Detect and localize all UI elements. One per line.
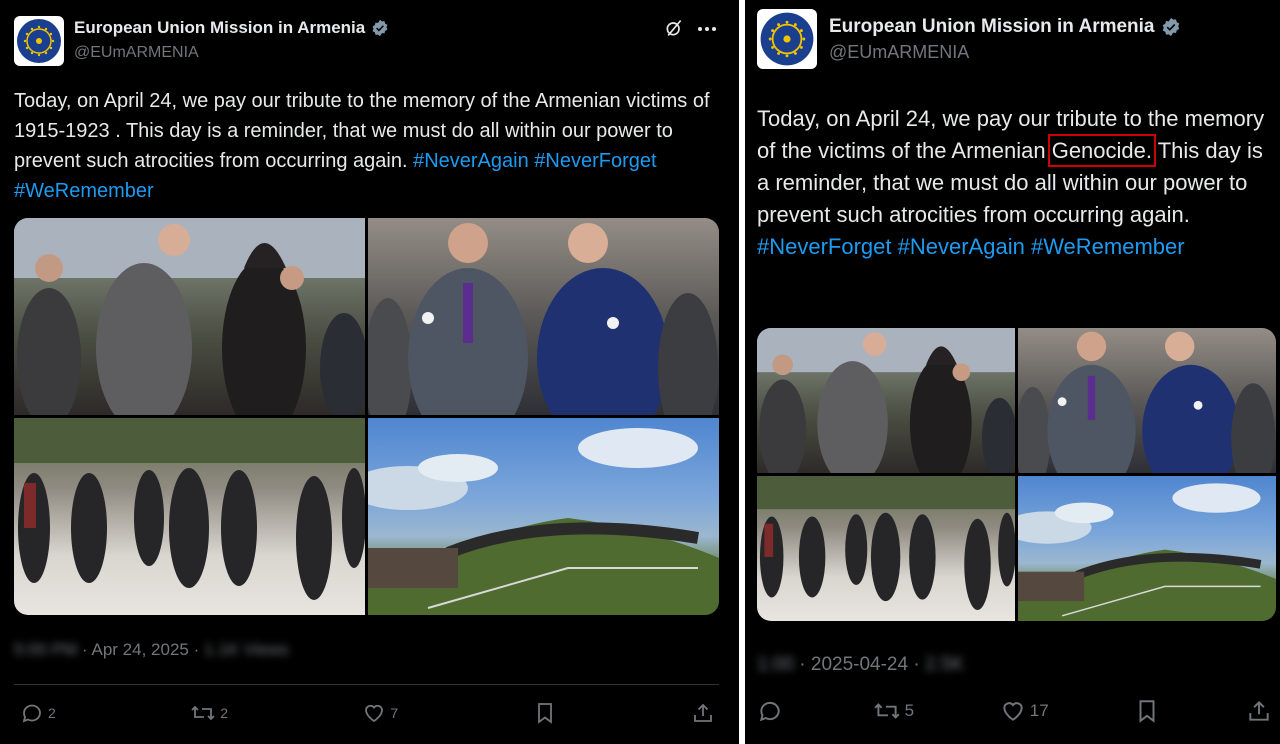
photo-4-landscape — [368, 428, 719, 615]
tweet-time[interactable]: 5:00 PM — [14, 640, 77, 659]
tweet-meta: 1:00 · 2025-04-24 · 2.5K — [757, 654, 964, 676]
photo-3-figures — [757, 476, 1015, 610]
left-tweet-panel: European Union Mission in Armenia @EUmAR… — [0, 0, 739, 744]
tweet-time[interactable]: 1:00 — [757, 654, 794, 675]
photo-3[interactable] — [757, 476, 1015, 621]
hashtag-link[interactable]: #NeverAgain — [413, 150, 529, 172]
photo-3-figures — [14, 418, 365, 600]
heart-icon — [365, 704, 384, 723]
repost-icon — [874, 703, 900, 719]
highlighted-word: Genocide. — [1047, 134, 1157, 167]
right-tweet-panel: European Union Mission in Armenia @EUmAR… — [745, 0, 1280, 744]
heart-icon — [1003, 702, 1023, 721]
hashtag-link[interactable]: #NeverAgain — [898, 234, 1025, 259]
like-button[interactable]: 17 — [1000, 698, 1049, 724]
account-name[interactable]: European Union Mission in Armenia — [74, 18, 365, 38]
meta-dot: · — [799, 654, 811, 675]
photo-2-figures — [1018, 331, 1276, 473]
hashtag-link[interactable]: #NeverForget — [534, 150, 656, 172]
account-name-row[interactable]: European Union Mission in Armenia — [829, 16, 1181, 38]
tweet-text: Today, on April 24, we pay our tribute t… — [757, 103, 1277, 263]
repost-button[interactable]: 2 — [190, 701, 228, 725]
photo-2-figures — [368, 223, 718, 415]
tweet-text: Today, on April 24, we pay our tribute t… — [14, 86, 714, 206]
share-icon — [1249, 700, 1269, 721]
photo-1-figures — [757, 328, 1015, 473]
repost-count: 2 — [220, 705, 228, 721]
account-handle[interactable]: @EUmARMENIA — [829, 42, 969, 63]
photo-2[interactable] — [1018, 328, 1276, 473]
action-bar: 2 2 7 — [20, 701, 715, 725]
verified-badge-icon — [1162, 17, 1179, 37]
reply-count: 2 — [48, 705, 56, 721]
meta-dot: · — [913, 654, 925, 675]
more-options-icon[interactable] — [697, 26, 717, 32]
bookmark-button[interactable] — [1134, 698, 1160, 724]
grok-icon[interactable] — [664, 18, 684, 38]
tweet-meta: 5:00 PM · Apr 24, 2025 · 1.1K Views — [14, 640, 289, 660]
divider-line — [14, 684, 719, 685]
photo-1[interactable] — [14, 218, 365, 415]
photo-1[interactable] — [757, 328, 1015, 473]
avatar[interactable] — [14, 16, 64, 66]
hashtag-link[interactable]: #NeverForget — [757, 234, 892, 259]
account-handle[interactable]: @EUmARMENIA — [74, 44, 199, 62]
account-name[interactable]: European Union Mission in Armenia — [829, 16, 1155, 38]
share-button[interactable] — [1246, 698, 1272, 724]
like-button[interactable]: 7 — [362, 701, 398, 725]
share-icon — [694, 703, 712, 722]
hashtag-link[interactable]: #WeRemember — [14, 180, 154, 202]
meta-dot: · — [193, 640, 204, 659]
reply-button[interactable]: 2 — [20, 701, 56, 725]
tweet-date[interactable]: 2025-04-24 — [811, 654, 908, 675]
reply-icon — [22, 704, 41, 723]
photo-3[interactable] — [14, 418, 365, 615]
photo-grid — [14, 218, 719, 615]
like-count: 7 — [390, 705, 399, 721]
reply-button[interactable] — [757, 698, 787, 724]
bookmark-icon — [1139, 700, 1155, 723]
photo-4[interactable] — [368, 418, 719, 615]
tweet-date[interactable]: Apr 24, 2025 — [92, 640, 189, 659]
repost-icon — [191, 705, 215, 721]
action-bar: 5 17 — [757, 698, 1272, 724]
photo-1-figures — [14, 218, 365, 415]
repost-count: 5 — [904, 701, 915, 720]
share-button[interactable] — [691, 701, 715, 725]
tweet-views: 1.1K Views — [203, 640, 289, 659]
account-name-row[interactable]: European Union Mission in Armenia — [74, 18, 389, 38]
photo-4-landscape — [1018, 483, 1276, 621]
meta-dot: · — [82, 640, 92, 659]
hashtag-link[interactable]: #WeRemember — [1031, 234, 1185, 259]
photo-4[interactable] — [1018, 476, 1276, 621]
verified-badge-icon — [372, 19, 388, 37]
eu-mission-logo — [17, 19, 61, 63]
repost-button[interactable]: 5 — [873, 698, 914, 724]
eu-mission-logo — [760, 12, 814, 66]
tweet-views: 2.5K — [924, 654, 965, 675]
bookmark-icon — [537, 703, 552, 724]
like-count: 17 — [1029, 701, 1049, 720]
bookmark-button[interactable] — [533, 701, 557, 725]
avatar[interactable] — [757, 9, 817, 69]
photo-2[interactable] — [368, 218, 719, 415]
photo-grid — [757, 328, 1276, 621]
reply-icon — [759, 701, 780, 722]
